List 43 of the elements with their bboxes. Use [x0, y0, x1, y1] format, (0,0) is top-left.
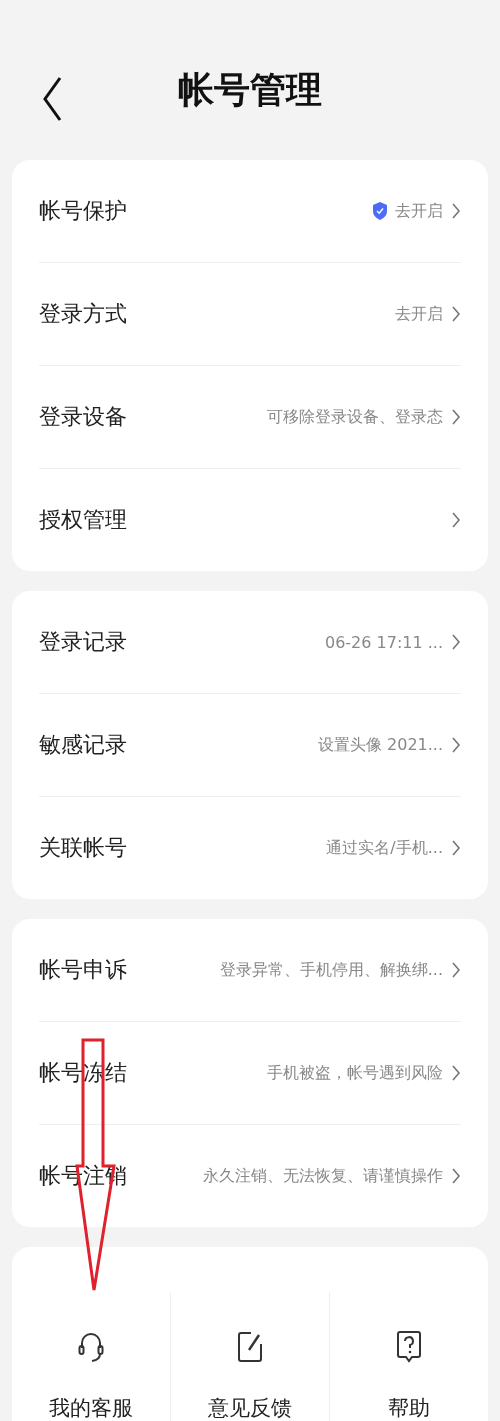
menu-row[interactable]: 授权管理: [39, 469, 461, 571]
menu-value: 去开启: [395, 303, 443, 325]
menu-row[interactable]: 登录设备 可移除登录设备、登录态: [39, 366, 461, 469]
menu-label: 登录方式: [39, 300, 128, 328]
menu-row[interactable]: 帐号申诉 登录异常、手机停用、解换绑...: [39, 919, 461, 1022]
menu-value: 永久注销、无法恢复、请谨慎操作: [203, 1165, 443, 1187]
menu-row[interactable]: 帐号保护 去开启: [39, 160, 461, 263]
chevron-icon: [451, 1167, 461, 1185]
menu-value: 设置头像 2021...: [317, 734, 443, 756]
menu-label: 敏感记录: [39, 731, 128, 759]
menu-value: 可移除登录设备、登录态: [267, 406, 443, 428]
menu-value: 去开启: [395, 200, 443, 222]
menu-label: 帐号保护: [39, 197, 128, 225]
chevron-icon: [451, 1064, 461, 1082]
chevron-icon: [451, 839, 461, 857]
action-link[interactable]: 我的客服: [49, 1394, 133, 1421]
menu-label: 关联帐号: [39, 834, 128, 862]
edit-icon: [237, 1330, 263, 1364]
menu-label: 登录设备: [39, 403, 128, 431]
chevron-icon: [451, 633, 461, 651]
help-icon: [396, 1330, 422, 1364]
menu-label: 登录记录: [39, 628, 128, 656]
chevron-icon: [451, 408, 461, 426]
menu-row[interactable]: 敏感记录 设置头像 2021...: [39, 694, 461, 797]
action-link[interactable]: 帮助: [388, 1394, 430, 1421]
action-link[interactable]: 意见反馈: [208, 1394, 292, 1421]
chevron-icon: [451, 961, 461, 979]
menu-value: 通过实名/手机...: [326, 837, 443, 859]
menu-label: 授权管理: [39, 506, 128, 534]
menu-row[interactable]: 登录记录 06-26 17:11 ...: [39, 591, 461, 694]
menu-label: 帐号申诉: [39, 956, 128, 984]
chevron-icon: [451, 305, 461, 323]
chevron-icon: [451, 202, 461, 220]
menu-row[interactable]: 关联帐号 通过实名/手机...: [39, 797, 461, 899]
shield-check-icon: [373, 202, 387, 220]
chevron-icon: [451, 736, 461, 754]
menu-value: 登录异常、手机停用、解换绑...: [219, 959, 443, 981]
headset-icon: [78, 1330, 104, 1364]
page-title: 帐号管理: [178, 67, 322, 112]
menu-row[interactable]: 登录方式 去开启: [39, 263, 461, 366]
menu-value: 手机被盗，帐号遇到风险: [267, 1062, 443, 1084]
chevron-icon: [451, 511, 461, 529]
menu-value: 06-26 17:11 ...: [324, 632, 443, 652]
